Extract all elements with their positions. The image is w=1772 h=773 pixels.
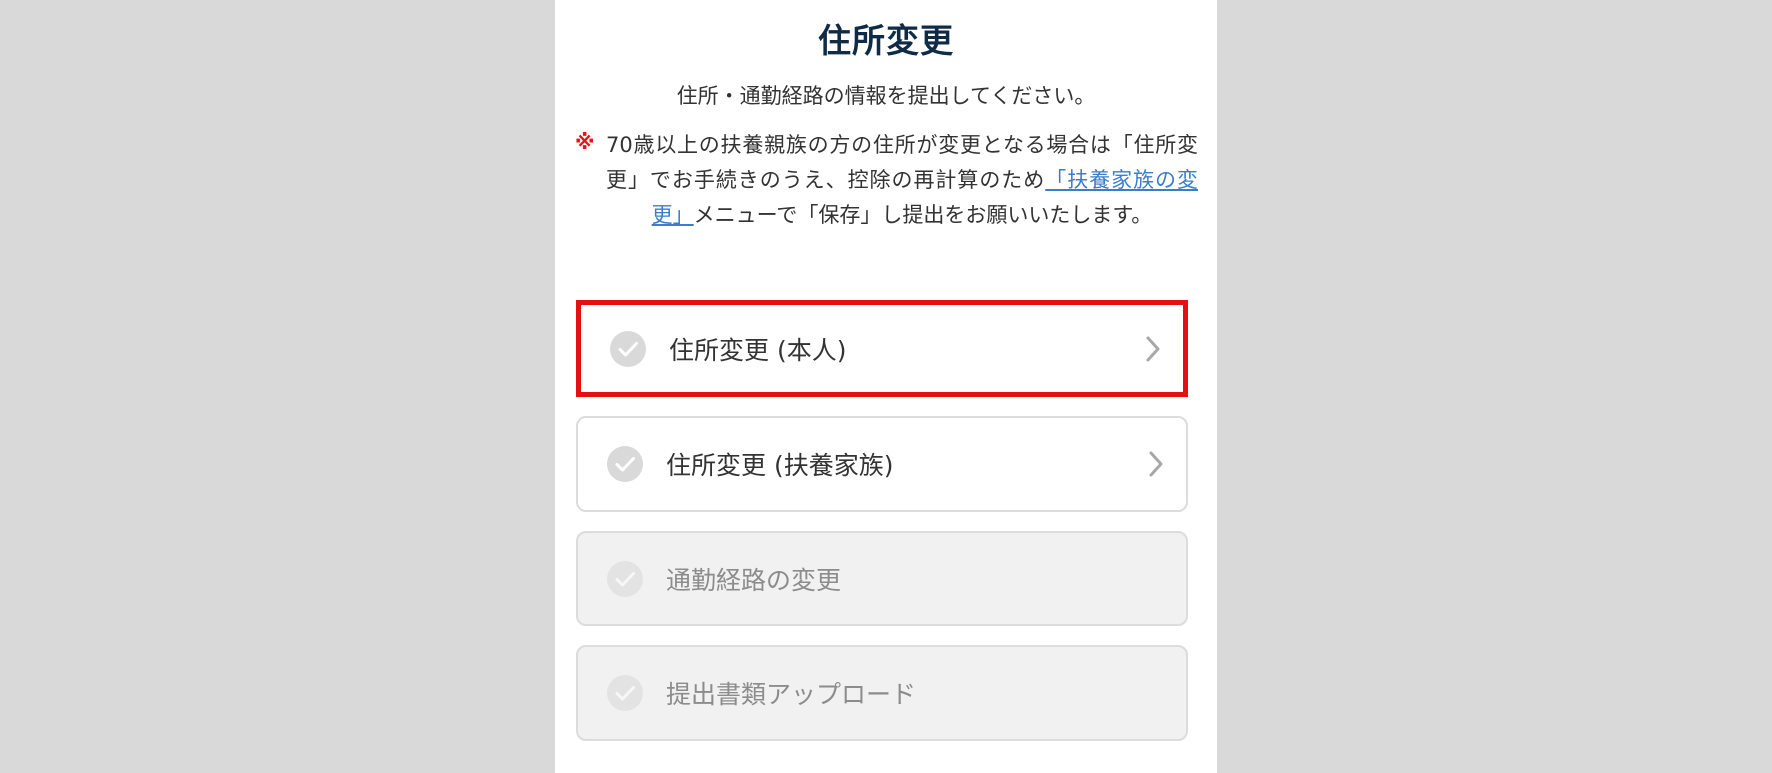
menu-item-label: 住所変更 (扶養家族) xyxy=(666,451,894,480)
notice-text: 70歳以上の扶養親族の方の住所が変更となる場合は「住所変更」でお手続きのうえ、控… xyxy=(606,128,1198,233)
page-title: 住所変更 xyxy=(818,21,954,60)
notice-mark-icon: ※ xyxy=(575,130,595,154)
address-change-panel: 住所変更 住所・通勤経路の情報を提出してください。 ※ 70歳以上の扶養親族の方… xyxy=(555,0,1217,773)
menu-item-commute-route-change: 通勤経路の変更 xyxy=(576,531,1188,626)
check-circle-icon xyxy=(607,675,643,711)
page-subtitle: 住所・通勤経路の情報を提出してください。 xyxy=(676,84,1096,108)
menu-item-address-change-dependents[interactable]: 住所変更 (扶養家族) xyxy=(576,416,1188,512)
notice-text-after: メニューで「保存」し提出をお願いいたします。 xyxy=(693,203,1153,227)
check-circle-icon xyxy=(610,330,646,367)
menu-item-address-change-self[interactable]: 住所変更 (本人) xyxy=(576,300,1188,397)
menu-item-label: 提出書類アップロード xyxy=(666,680,917,709)
chevron-right-icon xyxy=(1149,451,1163,477)
check-circle-icon xyxy=(607,446,643,482)
menu-item-label: 通勤経路の変更 xyxy=(666,565,842,595)
chevron-right-icon xyxy=(1146,336,1160,361)
check-circle-icon xyxy=(607,560,643,597)
menu-item-label: 住所変更 (本人) xyxy=(669,335,847,365)
menu-item-document-upload: 提出書類アップロード xyxy=(576,645,1188,741)
